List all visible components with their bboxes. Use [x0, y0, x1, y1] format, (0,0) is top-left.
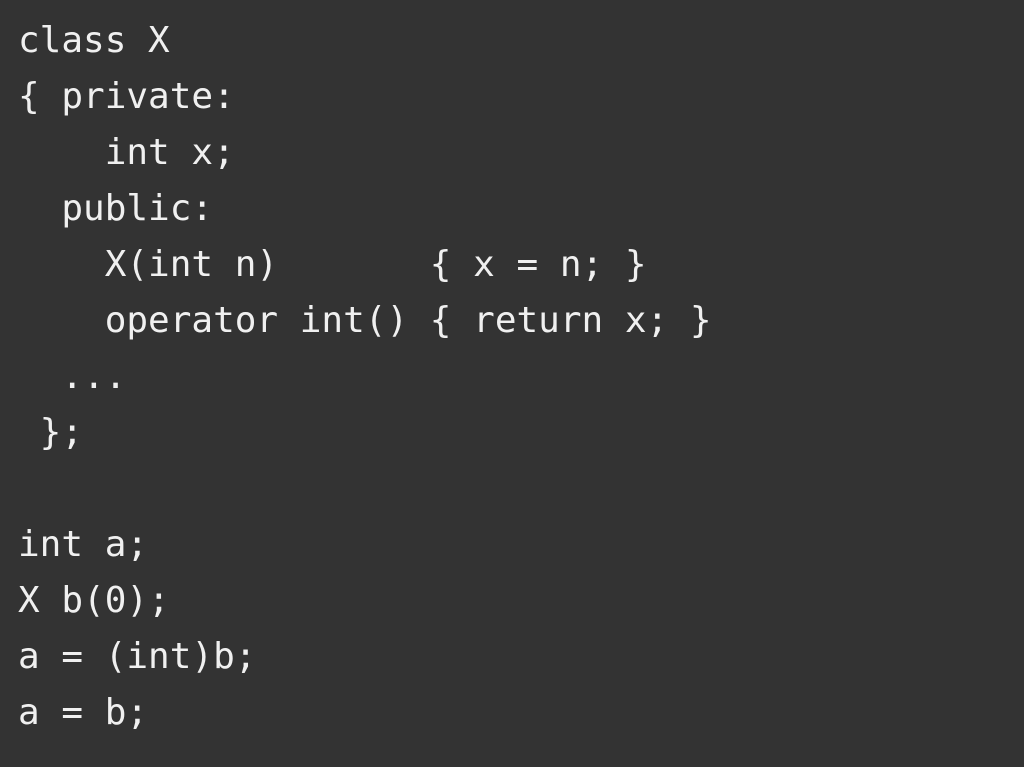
code-block: class X { private: int x; public: X(int … — [18, 14, 1006, 742]
code-content: class X { private: int x; public: X(int … — [18, 20, 712, 733]
